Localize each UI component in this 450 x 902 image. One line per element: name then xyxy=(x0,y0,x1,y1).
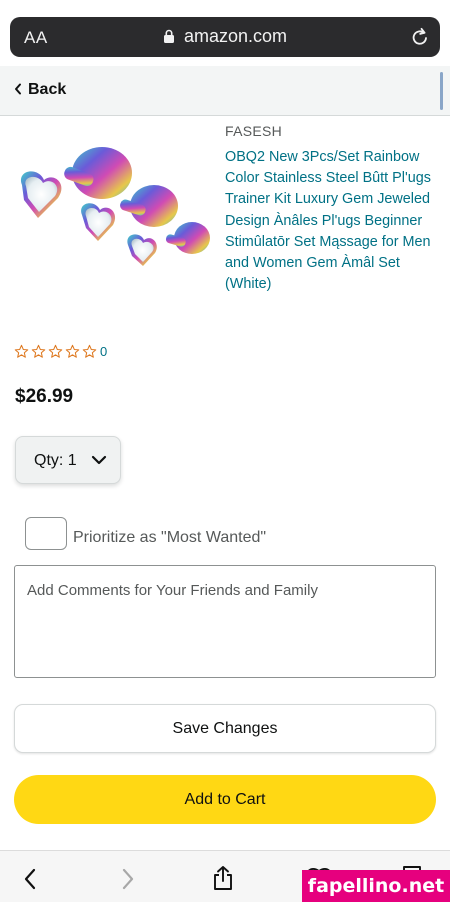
most-wanted-checkbox[interactable] xyxy=(25,517,67,550)
scroll-indicator xyxy=(440,72,443,110)
share-icon[interactable] xyxy=(212,865,234,891)
save-changes-button[interactable]: Save Changes xyxy=(14,704,436,753)
back-label: Back xyxy=(28,81,67,98)
add-to-cart-button[interactable]: Add to Cart xyxy=(14,775,436,824)
app-header: Back xyxy=(0,66,450,116)
browser-top-bar: AA amazon.com xyxy=(0,0,450,66)
quantity-dropdown[interactable]: Qty: 1 xyxy=(15,436,121,484)
star-outline-icon xyxy=(82,344,97,358)
star-outline-icon xyxy=(48,344,63,358)
url-text: amazon.com xyxy=(183,26,288,46)
quantity-value: 1 xyxy=(67,452,77,469)
product-image[interactable] xyxy=(12,140,212,280)
product-price: $26.99 xyxy=(15,386,74,407)
reload-icon[interactable] xyxy=(410,26,430,48)
product-title-link[interactable]: OBQ2 New 3Pcs/Set Rainbow Color Stainles… xyxy=(225,147,435,295)
address-bar[interactable]: AA amazon.com xyxy=(10,17,440,57)
star-rating[interactable]: 0 xyxy=(14,342,107,360)
chevron-down-icon xyxy=(91,455,107,465)
back-button[interactable]: Back xyxy=(14,81,66,99)
lock-icon xyxy=(163,29,174,43)
quantity-label: Qty: xyxy=(34,452,64,469)
star-outline-icon xyxy=(14,344,29,358)
chevron-left-icon xyxy=(15,83,21,95)
rating-count[interactable]: 0 xyxy=(100,344,107,359)
star-outline-icon xyxy=(31,344,46,358)
forward-arrow-icon[interactable] xyxy=(121,868,135,890)
star-outline-icon xyxy=(65,344,80,358)
back-arrow-icon[interactable] xyxy=(23,868,37,890)
product-brand: FASESH xyxy=(225,123,283,139)
most-wanted-label: Prioritize as "Most Wanted" xyxy=(73,529,267,546)
watermark: fapellino.net xyxy=(302,870,450,902)
comments-field[interactable] xyxy=(14,565,436,678)
